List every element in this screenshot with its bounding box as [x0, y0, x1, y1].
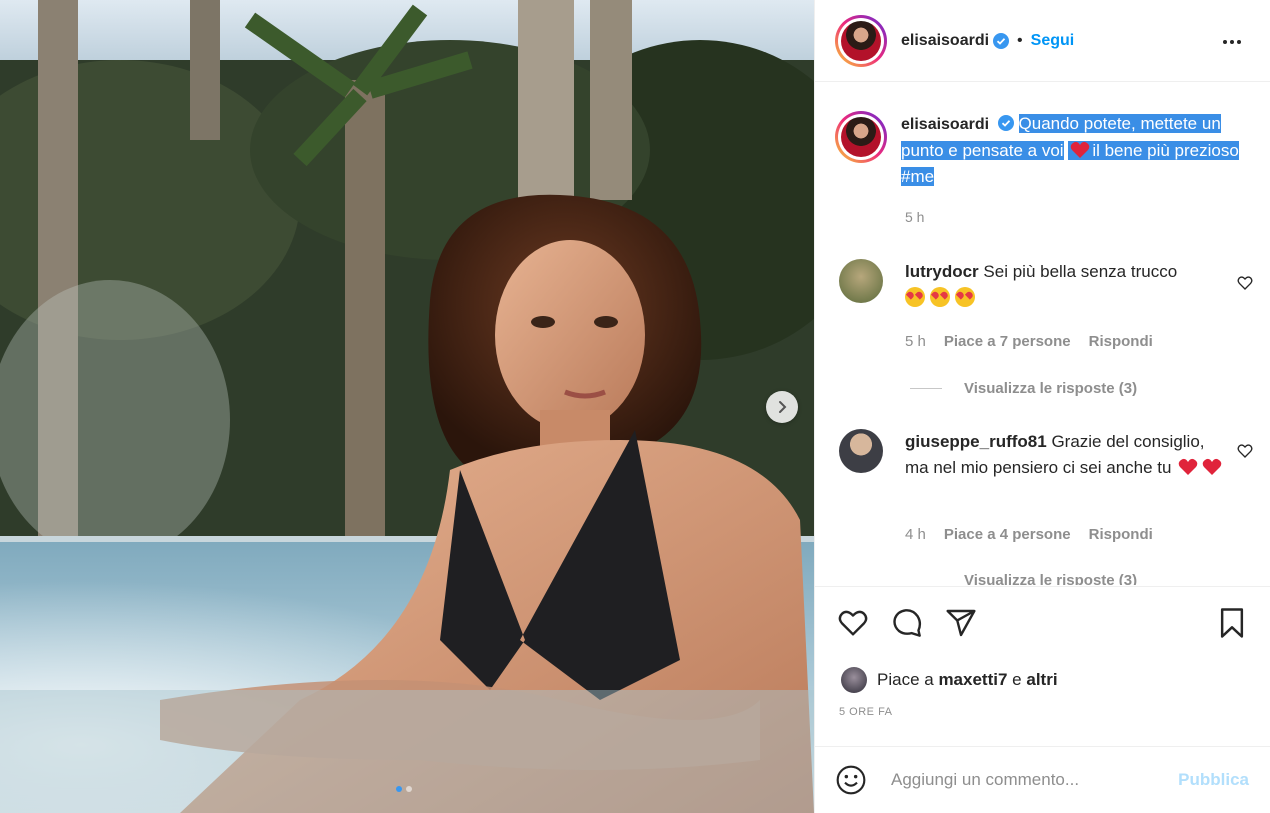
- liker-username[interactable]: maxetti7: [938, 670, 1007, 690]
- separator-dot: •: [1017, 31, 1023, 49]
- caption-time: 5 h: [905, 209, 925, 225]
- save-bookmark-icon[interactable]: [1217, 607, 1247, 639]
- caption-author-avatar[interactable]: [835, 111, 887, 163]
- comment-meta: 5 h Piace a 7 persone Rispondi: [905, 333, 1153, 350]
- verified-badge-icon: [993, 32, 1010, 49]
- like-heart-icon[interactable]: [837, 607, 869, 639]
- carousel-indicator: [396, 786, 412, 792]
- comment-likes[interactable]: Piace a 4 persone: [944, 526, 1071, 543]
- heart-eyes-emoji-icon: [905, 287, 980, 307]
- carousel-next-button[interactable]: [766, 391, 798, 423]
- comment-input[interactable]: [891, 770, 1161, 790]
- carousel-dot-1: [396, 786, 402, 792]
- post-header: elisaisoardi • Segui: [815, 0, 1270, 82]
- post-caption: elisaisoardi Quando potete, mettete un p…: [835, 111, 1241, 190]
- author-avatar[interactable]: [835, 14, 887, 67]
- comment-like-heart-icon[interactable]: [1237, 443, 1253, 459]
- photo-scene: [0, 0, 814, 813]
- caption-username[interactable]: elisaisoardi: [901, 116, 989, 133]
- emoji-picker-icon[interactable]: [835, 764, 867, 796]
- follow-button[interactable]: Segui: [1031, 32, 1075, 50]
- comment-likes[interactable]: Piace a 7 persone: [944, 333, 1071, 350]
- post-side-panel: elisaisoardi • Segui elisaisoardi Quando…: [814, 0, 1270, 813]
- verified-badge-icon: [997, 115, 1014, 131]
- view-replies-label: Visualizza le risposte (3): [964, 572, 1138, 585]
- publish-button[interactable]: Pubblica: [1178, 770, 1249, 790]
- likes-summary[interactable]: Piace a maxetti7 e altri: [841, 667, 1058, 693]
- chevron-right-icon: [779, 401, 787, 413]
- post-photo[interactable]: [0, 0, 814, 813]
- comment-like-heart-icon[interactable]: [1237, 275, 1253, 291]
- post-date: 5 ORE FA: [839, 706, 893, 718]
- reply-button[interactable]: Rispondi: [1089, 333, 1153, 350]
- likes-others[interactable]: altri: [1026, 670, 1057, 690]
- commenter-username[interactable]: lutrydocr: [905, 262, 979, 281]
- comment-meta: 4 h Piace a 4 persone Rispondi: [905, 526, 1153, 543]
- author-username[interactable]: elisaisoardi: [901, 32, 989, 50]
- reply-button[interactable]: Rispondi: [1089, 526, 1153, 543]
- comment-time: 4 h: [905, 526, 926, 543]
- view-replies-button[interactable]: Visualizza le risposte (3): [910, 572, 1137, 585]
- comments-list[interactable]: elisaisoardi Quando potete, mettete un p…: [815, 83, 1270, 585]
- commenter-avatar[interactable]: [839, 259, 883, 303]
- comment-text: Sei più bella senza trucco: [983, 262, 1178, 281]
- comment-item: giuseppe_ruffo81 Grazie del consiglio, m…: [835, 429, 1225, 481]
- red-heart-emoji-icon: [1071, 141, 1090, 158]
- comment-item: lutrydocr Sei più bella senza trucco: [835, 259, 1225, 311]
- comment-time: 5 h: [905, 333, 926, 350]
- more-options-icon[interactable]: [1220, 30, 1244, 54]
- likes-prefix: Piace a: [877, 670, 934, 689]
- post-actions: Piace a maxetti7 e altri 5 ORE FA: [815, 586, 1270, 746]
- view-replies-label: Visualizza le risposte (3): [964, 380, 1138, 397]
- liker-avatar[interactable]: [841, 667, 867, 693]
- commenter-avatar[interactable]: [839, 429, 883, 473]
- carousel-dot-2: [406, 786, 412, 792]
- view-replies-button[interactable]: Visualizza le risposte (3): [910, 380, 1137, 397]
- share-send-icon[interactable]: [945, 607, 977, 639]
- comment-icon[interactable]: [891, 607, 923, 639]
- red-heart-emoji-icon: [1176, 458, 1224, 477]
- likes-joiner: e: [1012, 670, 1022, 689]
- commenter-username[interactable]: giuseppe_ruffo81: [905, 432, 1047, 451]
- add-comment-bar: Pubblica: [815, 746, 1270, 813]
